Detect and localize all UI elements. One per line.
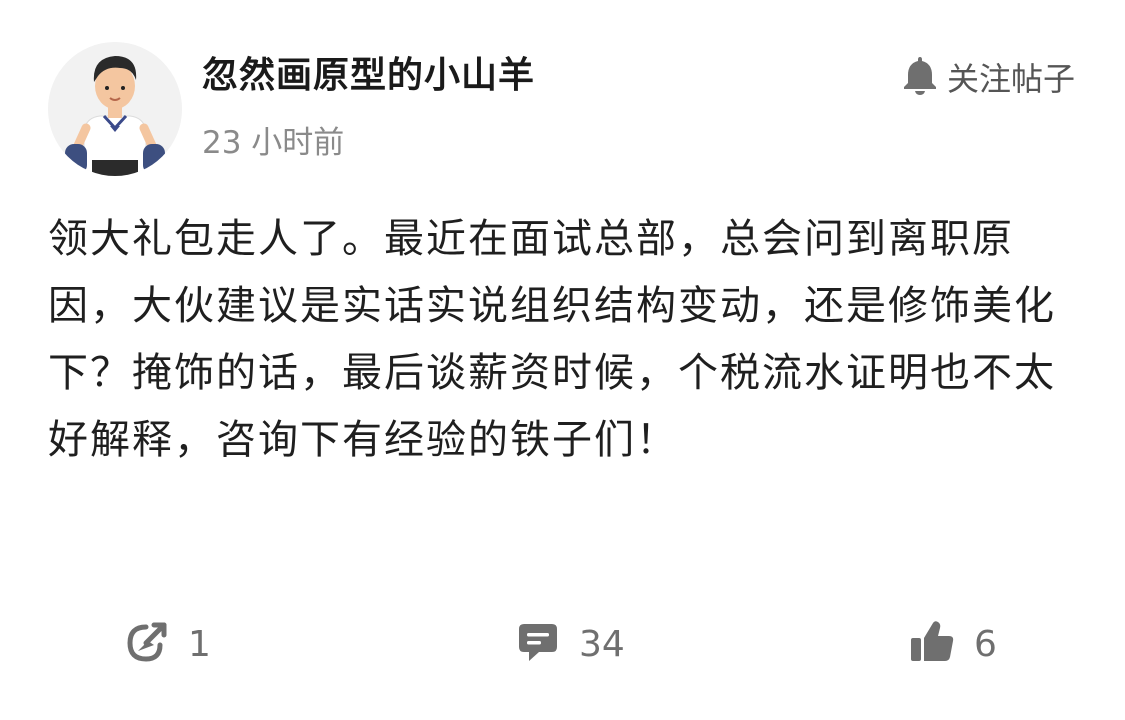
follow-post-button[interactable]: 关注帖子 [901, 54, 1075, 100]
post-content: 领大礼包走人了。最近在面试总部，总会问到离职原因，大伙建议是实话实说组织结构变动… [48, 216, 1056, 463]
comment-bubble-icon [515, 619, 561, 669]
like-button[interactable]: 6 [908, 614, 997, 674]
post-card: 忽然画原型的小山羊 23 小时前 关注帖子 领大礼包走人了。最近在面试总部，总会… [0, 0, 1125, 720]
comment-count: 34 [579, 623, 625, 665]
author-name[interactable]: 忽然画原型的小山羊 [202, 52, 535, 100]
bell-icon [901, 54, 939, 100]
avatar[interactable] [48, 42, 182, 176]
thumbs-up-icon [908, 619, 956, 669]
like-count: 6 [974, 623, 997, 665]
follow-post-label: 关注帖子 [946, 60, 1075, 98]
cartoon-boy-dumbbell-avatar-icon [48, 42, 182, 176]
share-count: 1 [188, 623, 211, 665]
post-timestamp: 23 小时前 [202, 125, 345, 161]
comment-button[interactable]: 34 [515, 614, 625, 674]
share-arrow-icon [124, 619, 170, 669]
share-button[interactable]: 1 [124, 614, 211, 674]
action-bar: 1 34 6 [0, 614, 1125, 674]
